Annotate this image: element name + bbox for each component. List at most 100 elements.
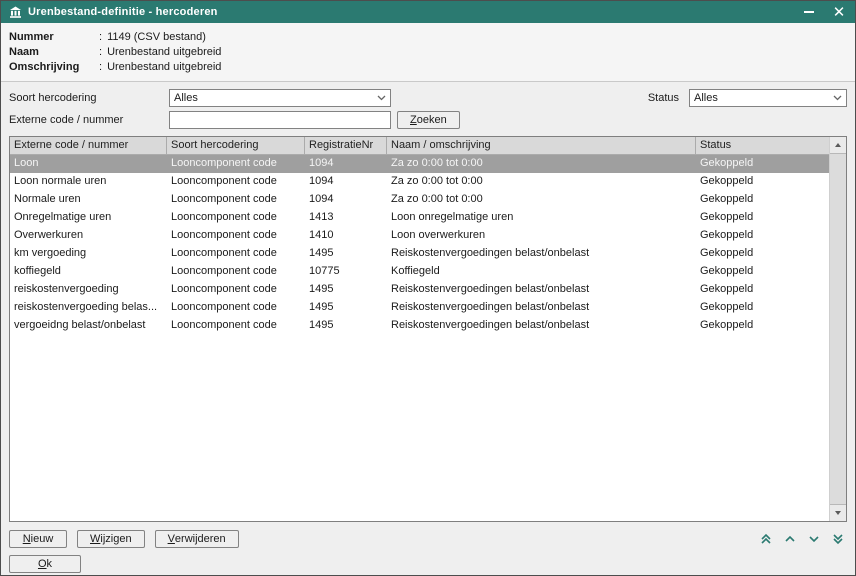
wijzigen-button[interactable]: Wijzigen <box>77 530 145 548</box>
externe-code-input[interactable] <box>169 111 391 129</box>
vertical-scrollbar[interactable] <box>829 137 846 521</box>
info-value: Urenbestand uitgebreid <box>107 60 221 75</box>
table-cell: Reiskostenvergoedingen belast/onbelast <box>387 245 696 263</box>
next-record-button[interactable] <box>806 532 821 547</box>
table-body: LoonLooncomponent code1094Za zo 0:00 tot… <box>10 155 829 521</box>
table-header: Externe code / nummer Soort hercodering … <box>10 137 829 155</box>
info-row-omschrijving: Omschrijving : Urenbestand uitgebreid <box>9 60 847 75</box>
table-cell: Za zo 0:00 tot 0:00 <box>387 155 696 173</box>
table-cell: 1495 <box>305 245 387 263</box>
table-cell: 10775 <box>305 263 387 281</box>
table-row[interactable]: LoonLooncomponent code1094Za zo 0:00 tot… <box>10 155 829 173</box>
info-value: Urenbestand uitgebreid <box>107 45 221 60</box>
table-cell: Gekoppeld <box>696 245 829 263</box>
title-bar[interactable]: Urenbestand-definitie - hercoderen ✕ <box>1 1 855 23</box>
table-cell: Normale uren <box>10 191 167 209</box>
table-cell: 1094 <box>305 173 387 191</box>
table-cell: Loon normale uren <box>10 173 167 191</box>
table-cell: Reiskostenvergoedingen belast/onbelast <box>387 317 696 335</box>
close-button[interactable]: ✕ <box>831 4 847 20</box>
minimize-icon <box>804 11 814 13</box>
info-label: Nummer <box>9 30 99 45</box>
header-info: Nummer : 1149 (CSV bestand) Naam : Urenb… <box>1 23 855 82</box>
scrollbar-thumb[interactable] <box>830 153 846 505</box>
table-cell: Overwerkuren <box>10 227 167 245</box>
chevron-down-icon <box>377 95 386 101</box>
table-cell: Za zo 0:00 tot 0:00 <box>387 191 696 209</box>
table-cell: km vergoeding <box>10 245 167 263</box>
ok-button[interactable]: Ok <box>9 555 81 573</box>
scroll-down-button[interactable] <box>830 505 846 521</box>
table-row[interactable]: reiskostenvergoedingLooncomponent code14… <box>10 281 829 299</box>
status-label: Status <box>648 92 679 104</box>
chevron-down-icon <box>833 95 842 101</box>
table-cell: 1094 <box>305 191 387 209</box>
table-cell: Looncomponent code <box>167 155 305 173</box>
status-dropdown[interactable]: Alles <box>689 89 847 107</box>
table-cell: Reiskostenvergoedingen belast/onbelast <box>387 281 696 299</box>
table-cell: Gekoppeld <box>696 191 829 209</box>
triangle-up-icon <box>835 143 841 147</box>
minimize-button[interactable] <box>801 4 817 20</box>
previous-record-button[interactable] <box>782 532 797 547</box>
hercodering-table: Externe code / nummer Soort hercodering … <box>9 136 847 522</box>
info-label: Naam <box>9 45 99 60</box>
first-record-button[interactable] <box>758 532 773 547</box>
table-cell: 1495 <box>305 281 387 299</box>
table-cell: Looncomponent code <box>167 245 305 263</box>
column-header-status[interactable]: Status <box>696 137 829 154</box>
scroll-up-button[interactable] <box>830 137 846 153</box>
table-cell: 1495 <box>305 317 387 335</box>
table-row[interactable]: vergoeidng belast/onbelastLooncomponent … <box>10 317 829 335</box>
chevron-double-down-icon <box>832 533 844 545</box>
info-value: 1149 (CSV bestand) <box>107 30 206 45</box>
table-row[interactable]: Normale urenLooncomponent code1094Za zo … <box>10 191 829 209</box>
soort-hercodering-label: Soort hercodering <box>9 92 169 104</box>
footer-actions: Nieuw Wijzigen Verwijderen <box>9 529 847 549</box>
last-record-button[interactable] <box>830 532 845 547</box>
table-cell: Gekoppeld <box>696 227 829 245</box>
info-label: Omschrijving <box>9 60 99 75</box>
table-cell: Gekoppeld <box>696 299 829 317</box>
externe-code-label: Externe code / nummer <box>9 114 169 126</box>
column-header-soort-hercodering[interactable]: Soort hercodering <box>167 137 305 154</box>
table-cell: 1410 <box>305 227 387 245</box>
table-cell: Gekoppeld <box>696 281 829 299</box>
soort-hercodering-dropdown[interactable]: Alles <box>169 89 391 107</box>
close-icon: ✕ <box>833 5 846 20</box>
info-separator: : <box>99 60 102 75</box>
record-navigation <box>758 532 845 547</box>
table-cell: Reiskostenvergoedingen belast/onbelast <box>387 299 696 317</box>
info-row-nummer: Nummer : 1149 (CSV bestand) <box>9 30 847 45</box>
table-cell: Looncomponent code <box>167 317 305 335</box>
table-cell: reiskostenvergoeding <box>10 281 167 299</box>
table-row[interactable]: koffiegeldLooncomponent code10775Koffieg… <box>10 263 829 281</box>
table-cell: 1495 <box>305 299 387 317</box>
nieuw-button[interactable]: Nieuw <box>9 530 67 548</box>
table-cell: Gekoppeld <box>696 173 829 191</box>
zoeken-button[interactable]: Zoeken <box>397 111 460 129</box>
verwijderen-button[interactable]: Verwijderen <box>155 530 239 548</box>
table-row[interactable]: km vergoedingLooncomponent code1495Reisk… <box>10 245 829 263</box>
triangle-down-icon <box>835 511 841 515</box>
column-header-naam-omschrijving[interactable]: Naam / omschrijving <box>387 137 696 154</box>
column-header-registratienr[interactable]: RegistratieNr <box>305 137 387 154</box>
info-separator: : <box>99 30 102 45</box>
table-row[interactable]: Loon normale urenLooncomponent code1094Z… <box>10 173 829 191</box>
table-cell: Looncomponent code <box>167 263 305 281</box>
info-separator: : <box>99 45 102 60</box>
column-header-externe-code[interactable]: Externe code / nummer <box>10 137 167 154</box>
table-row[interactable]: OverwerkurenLooncomponent code1410Loon o… <box>10 227 829 245</box>
chevron-double-up-icon <box>760 533 772 545</box>
table-cell: Gekoppeld <box>696 155 829 173</box>
table-cell: Looncomponent code <box>167 173 305 191</box>
table-cell: Loon overwerkuren <box>387 227 696 245</box>
table-cell: Gekoppeld <box>696 209 829 227</box>
dialog-confirm-row: Ok <box>9 555 847 573</box>
table-cell: Looncomponent code <box>167 209 305 227</box>
table-row[interactable]: reiskostenvergoeding belas...Looncompone… <box>10 299 829 317</box>
window-title: Urenbestand-definitie - hercoderen <box>28 6 218 18</box>
table-cell: koffiegeld <box>10 263 167 281</box>
table-row[interactable]: Onregelmatige urenLooncomponent code1413… <box>10 209 829 227</box>
info-row-naam: Naam : Urenbestand uitgebreid <box>9 45 847 60</box>
